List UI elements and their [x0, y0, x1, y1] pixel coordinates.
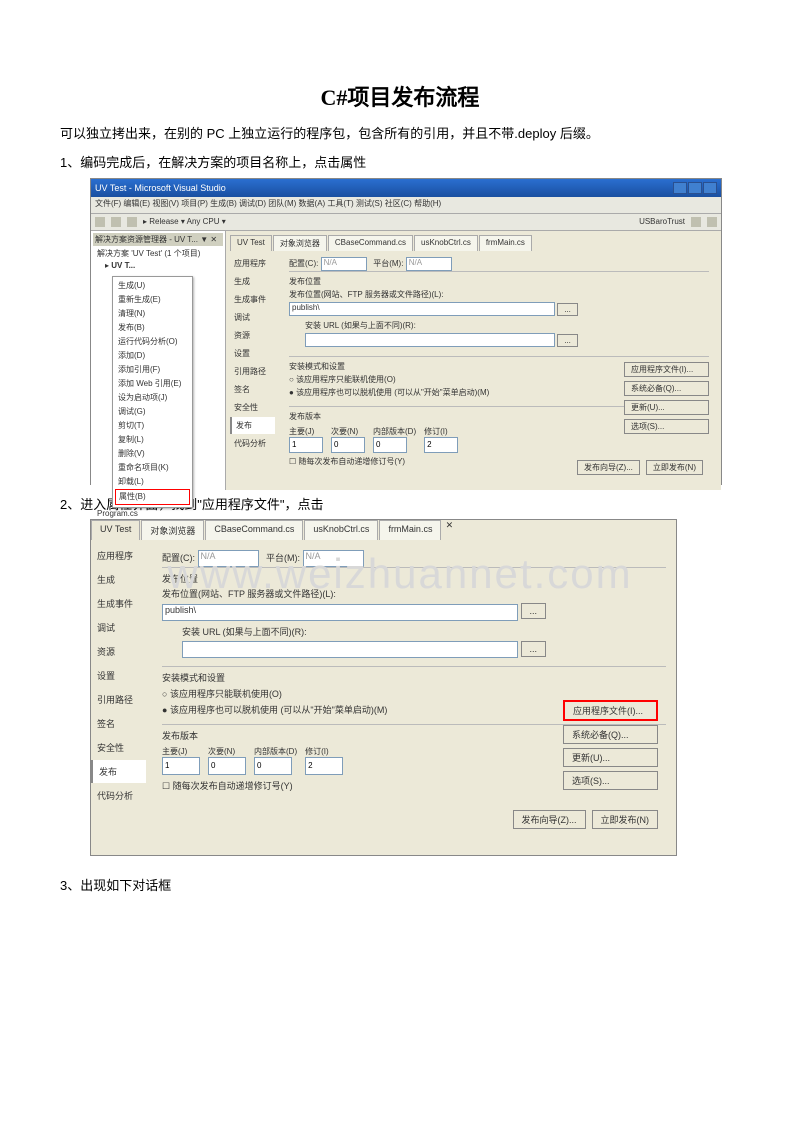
- step-1: 1、编码完成后，在解决方案的项目名称上，点击属性: [60, 153, 740, 174]
- prereq-button[interactable]: 系统必备(Q)...: [563, 725, 658, 744]
- publish-now-button[interactable]: 立即发布(N): [592, 810, 659, 829]
- tb-icon[interactable]: [111, 217, 121, 227]
- tb-icon[interactable]: [691, 217, 701, 227]
- wizard-button[interactable]: 发布向导(Z)...: [577, 460, 640, 475]
- prop-categories[interactable]: 应用程序 生成 生成事件 调试 资源 设置 引用路径 签名 安全性 发布 代码分…: [91, 544, 146, 844]
- vs-menubar[interactable]: 文件(F) 编辑(E) 视图(V) 项目(P) 生成(B) 调试(D) 团队(M…: [91, 197, 721, 214]
- doc-tabs[interactable]: UV Test 对象浏览器 CBaseCommand.cs usKnobCtrl…: [91, 520, 676, 540]
- publish-path[interactable]: publish\: [289, 302, 555, 316]
- step-3: 3、出现如下对话框: [60, 876, 740, 897]
- tb-icon[interactable]: [707, 217, 717, 227]
- context-menu[interactable]: 生成(U) 重新生成(E) 清理(N) 发布(B) 运行代码分析(O) 添加(D…: [112, 276, 193, 508]
- close-icon[interactable]: [703, 182, 717, 194]
- publish-now-button[interactable]: 立即发布(N): [646, 460, 703, 475]
- install-url[interactable]: [182, 641, 518, 658]
- publish-path[interactable]: publish\: [162, 604, 518, 621]
- publish-tab[interactable]: 发布: [230, 417, 275, 434]
- max-icon[interactable]: [688, 182, 702, 194]
- close-icon[interactable]: ✕: [442, 520, 456, 540]
- app-files-button[interactable]: 应用程序文件(I)...: [624, 362, 709, 377]
- install-url[interactable]: [305, 333, 555, 347]
- options-button[interactable]: 选项(S)...: [563, 771, 658, 790]
- solution-tree[interactable]: 解决方案 'UV Test' (1 个项目) ▸ UV T... 生成(U) 重…: [93, 248, 223, 544]
- updates-button[interactable]: 更新(U)...: [563, 748, 658, 767]
- prop-categories[interactable]: 应用程序 生成 生成事件 调试 资源 设置 引用路径 签名 安全性 发布 代码分…: [230, 255, 275, 477]
- doc-tabs[interactable]: UV Test 对象浏览器 CBaseCommand.cs usKnobCtrl…: [230, 235, 717, 251]
- options-button[interactable]: 选项(S)...: [624, 419, 709, 434]
- online-only-radio[interactable]: 该应用程序只能联机使用(O): [162, 687, 666, 700]
- solution-explorer: 解决方案资源管理器 - UV T... ▼ ✕ 解决方案 'UV Test' (…: [91, 231, 226, 490]
- wizard-button[interactable]: 发布向导(Z)...: [513, 810, 586, 829]
- publish-tab[interactable]: 发布: [91, 760, 146, 783]
- properties-pane: UV Test 对象浏览器 CBaseCommand.cs usKnobCtrl…: [226, 231, 721, 490]
- vs-titlebar: UV Test - Microsoft Visual Studio: [91, 179, 721, 197]
- document-page: www.weizhuannet.com C#项目发布流程 可以独立拷出来，在别的…: [0, 0, 800, 1132]
- screenshot-2: UV Test 对象浏览器 CBaseCommand.cs usKnobCtrl…: [90, 519, 677, 856]
- vs-toolbar[interactable]: ▸ Release ▾ Any CPU ▾ USBaroTrust: [91, 214, 721, 231]
- tb-icon[interactable]: [95, 217, 105, 227]
- intro-text: 可以独立拷出来，在别的 PC 上独立运行的程序包，包含所有的引用，并且不带.de…: [60, 124, 740, 145]
- min-icon[interactable]: [673, 182, 687, 194]
- properties-menu-item[interactable]: 属性(B): [115, 489, 190, 505]
- updates-button[interactable]: 更新(U)...: [624, 400, 709, 415]
- tb-icon[interactable]: [127, 217, 137, 227]
- page-title: C#项目发布流程: [60, 80, 740, 112]
- screenshot-1: UV Test - Microsoft Visual Studio 文件(F) …: [90, 178, 722, 485]
- prereq-button[interactable]: 系统必备(Q)...: [624, 381, 709, 396]
- window-controls[interactable]: [673, 182, 717, 194]
- app-files-button[interactable]: 应用程序文件(I)...: [563, 700, 658, 721]
- panel-header: 解决方案资源管理器 - UV T... ▼ ✕: [93, 233, 223, 246]
- vs-title: UV Test - Microsoft Visual Studio: [95, 183, 226, 193]
